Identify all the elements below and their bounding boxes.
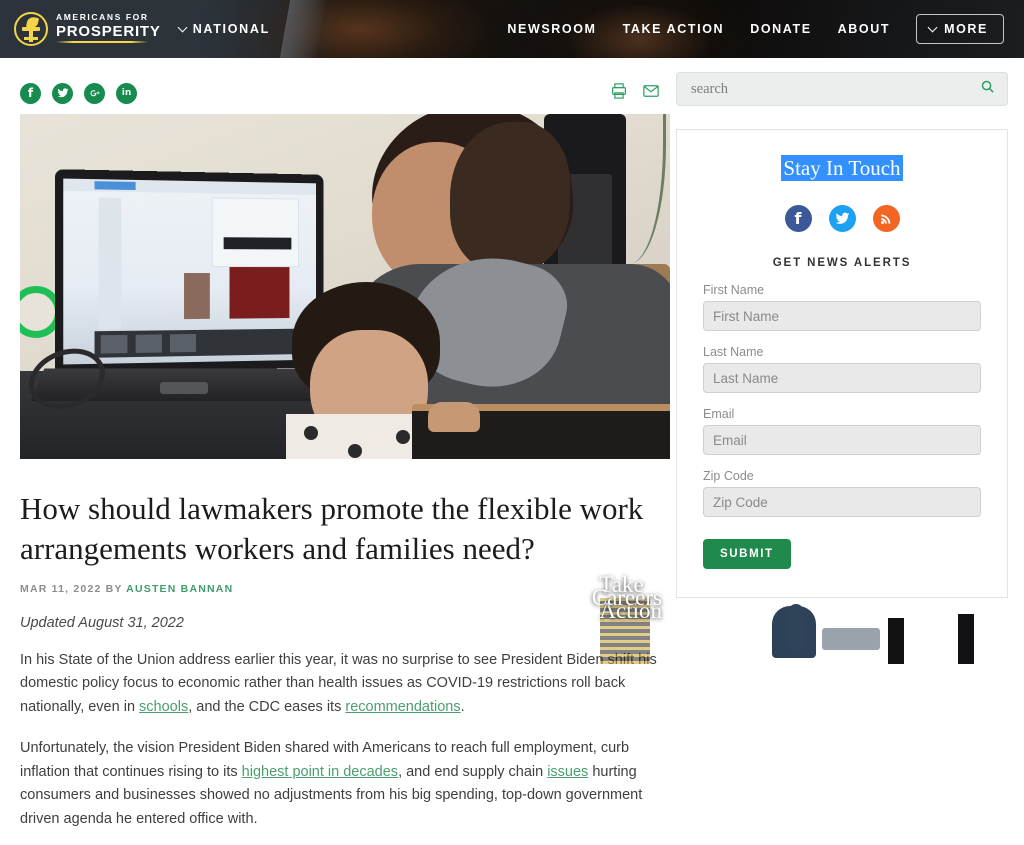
link-issues[interactable]: issues bbox=[547, 764, 588, 780]
twitter-icon[interactable] bbox=[828, 205, 856, 232]
region-label: NATIONAL bbox=[192, 22, 270, 36]
link-recommendations[interactable]: recommendations bbox=[345, 699, 460, 715]
nav-item-donate[interactable]: DONATE bbox=[750, 22, 811, 36]
email-icon[interactable] bbox=[642, 82, 660, 105]
link-schools[interactable]: schools bbox=[139, 699, 188, 715]
share-toolbar: f in bbox=[20, 72, 676, 114]
share-twitter-icon[interactable] bbox=[52, 82, 73, 104]
page-title: How should lawmakers promote the flexibl… bbox=[20, 491, 644, 567]
search-box[interactable] bbox=[676, 72, 1008, 106]
page-body: f in How should lawmakers promote the fl… bbox=[0, 58, 1024, 845]
byline: MAR 11, 2022 BY AUSTEN BANNAN bbox=[20, 583, 676, 595]
sidebar: Stay In Touch f GET NEWS ALERTS First N bbox=[592, 58, 1024, 845]
byline-author[interactable]: AUSTEN BANNAN bbox=[126, 583, 233, 595]
link-highest-point-in-decades[interactable]: highest point in decades bbox=[242, 764, 398, 780]
chevron-down-icon bbox=[927, 22, 938, 32]
share-googleplus-icon[interactable] bbox=[84, 82, 105, 104]
updated-date: Updated August 31, 2022 bbox=[20, 614, 184, 631]
region-selector[interactable]: NATIONAL bbox=[177, 22, 270, 36]
article-paragraph-2: Unfortunately, the vision President Bide… bbox=[20, 737, 670, 831]
nav-item-about[interactable]: ABOUT bbox=[838, 22, 890, 36]
site-logo[interactable]: AMERICANS FOR PROSPERITY bbox=[14, 12, 161, 46]
logo-line-2: PROSPERITY bbox=[56, 22, 161, 40]
search-input[interactable] bbox=[689, 79, 980, 99]
first-name-label: First Name bbox=[703, 283, 765, 297]
logo-swoosh bbox=[56, 40, 148, 43]
submit-button[interactable]: SUBMIT bbox=[703, 539, 791, 569]
first-name-field-group: First Name bbox=[703, 283, 981, 331]
first-name-input[interactable] bbox=[703, 301, 981, 331]
last-name-label: Last Name bbox=[703, 345, 764, 359]
facebook-icon[interactable]: f bbox=[784, 205, 812, 232]
paragraph-2-text-b: , and end supply chain bbox=[398, 763, 548, 780]
article-paragraph-1: In his State of the Union address earlie… bbox=[20, 649, 670, 719]
torch-logo-icon bbox=[14, 12, 48, 46]
email-label: Email bbox=[703, 407, 735, 421]
email-input[interactable] bbox=[703, 425, 981, 455]
main-navigation: NEWSROOM TAKE ACTION DONATE ABOUT MORE bbox=[507, 14, 1004, 44]
paragraph-1-text-c: . bbox=[460, 698, 465, 715]
email-field-group: Email bbox=[703, 407, 981, 455]
nav-item-take-action[interactable]: TAKE ACTION bbox=[623, 22, 725, 36]
rss-icon[interactable] bbox=[872, 205, 900, 232]
panel-title-text: Stay In Touch bbox=[781, 155, 903, 181]
search-icon[interactable] bbox=[980, 79, 995, 99]
chevron-down-icon bbox=[177, 22, 188, 32]
share-linkedin-icon[interactable]: in bbox=[116, 82, 137, 104]
panel-title: Stay In Touch bbox=[703, 155, 981, 181]
more-label: MORE bbox=[944, 22, 988, 36]
paragraph-1-text-b: , and the CDC eases its bbox=[188, 698, 346, 715]
article-hero-image bbox=[20, 114, 670, 459]
last-name-input[interactable] bbox=[703, 363, 981, 393]
byline-date: MAR 11, 2022 BY bbox=[20, 582, 123, 595]
logo-line-1: AMERICANS FOR bbox=[56, 12, 149, 23]
last-name-field-group: Last Name bbox=[703, 345, 981, 393]
nav-item-newsroom[interactable]: NEWSROOM bbox=[507, 22, 596, 36]
more-menu-button[interactable]: MORE bbox=[916, 14, 1004, 44]
zip-code-label: Zip Code bbox=[703, 469, 754, 483]
stay-in-touch-panel: Stay In Touch f GET NEWS ALERTS First Na… bbox=[676, 129, 1008, 598]
panel-social-links: f bbox=[703, 205, 981, 232]
zip-code-field-group: Zip Code bbox=[703, 469, 981, 517]
share-facebook-icon[interactable]: f bbox=[20, 82, 41, 104]
article-column: f in How should lawmakers promote the fl… bbox=[0, 58, 676, 845]
site-header: AMERICANS FOR PROSPERITY NATIONAL NEWSRO… bbox=[0, 0, 1024, 58]
panel-subtitle: GET NEWS ALERTS bbox=[772, 257, 912, 269]
zip-code-input[interactable] bbox=[703, 487, 981, 517]
print-icon[interactable] bbox=[610, 82, 628, 105]
